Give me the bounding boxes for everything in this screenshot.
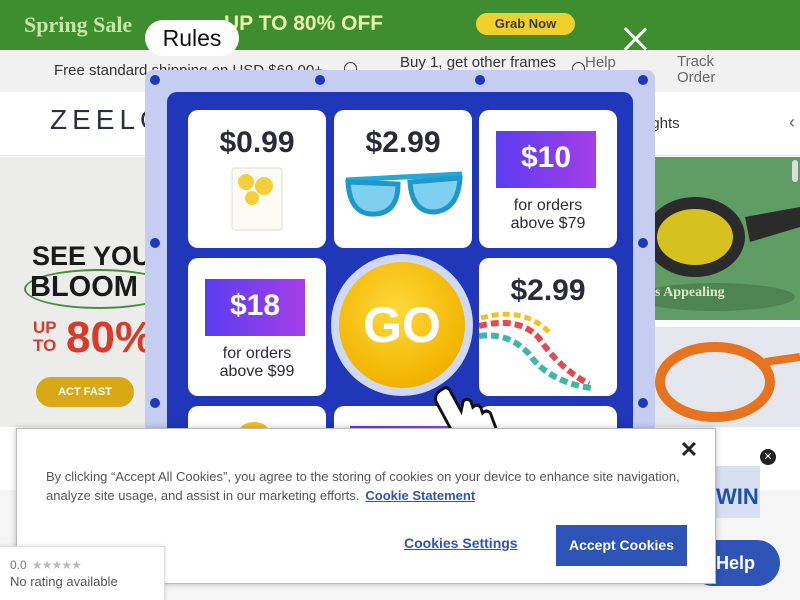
- rating-label: No rating available: [10, 574, 118, 589]
- coupon-note: for orders above $79: [510, 197, 586, 232]
- frame-dot: [638, 75, 648, 85]
- promo-discount: UP TO 80% OFF: [224, 12, 384, 35]
- chevron-left-icon[interactable]: ‹: [789, 112, 795, 133]
- prize-tile: $2.99: [479, 258, 617, 396]
- blue-glasses-image: [345, 171, 463, 217]
- prize-price: $2.99: [365, 126, 441, 159]
- hero-line-1: SEE YOU: [32, 241, 152, 271]
- frame-dot: [315, 75, 325, 85]
- cookie-message: By clicking “Accept All Cookies”, you ag…: [46, 469, 680, 503]
- glasses-image: [655, 342, 800, 422]
- prize-tile: $0.99: [188, 110, 326, 248]
- product-banner-glasses[interactable]: [655, 327, 800, 427]
- close-icon[interactable]: ✕: [678, 439, 700, 461]
- coupon-card: $10: [496, 131, 596, 188]
- prize-board: $0.99 $2.99 $10 for orders above $79 $18…: [167, 92, 633, 440]
- banner-caption: s Appealing: [655, 285, 725, 300]
- hero-line-2: BLOOM: [30, 271, 138, 303]
- prize-tile: $18 for orders above $99: [188, 258, 326, 396]
- promo-banner[interactable]: Spring Sale UP TO 80% OFF Grab Now: [0, 0, 800, 50]
- close-icon[interactable]: [620, 24, 650, 54]
- coupon-card: $18: [205, 279, 305, 336]
- rules-button[interactable]: Rules: [145, 20, 239, 56]
- hero-upto: UP TO: [33, 318, 57, 355]
- prize-tile: $10 for orders above $79: [479, 110, 617, 248]
- go-button-face: GO: [339, 262, 465, 388]
- prize-price: $2.99: [510, 274, 586, 307]
- buy-offer-text: Buy 1, get other frames: [400, 54, 556, 71]
- track-order-link[interactable]: Track Order: [677, 54, 737, 86]
- coupon-value: $10: [520, 141, 572, 174]
- frame-dot: [638, 398, 648, 408]
- scrollbar[interactable]: [792, 160, 798, 182]
- act-fast-button[interactable]: ACT FAST: [36, 377, 134, 407]
- prize-tile: $2.99: [334, 110, 472, 248]
- frame-dot: [475, 75, 485, 85]
- product-banner-sunglasses[interactable]: s Appealing: [655, 157, 800, 320]
- hero-percent: 80%: [66, 313, 155, 362]
- win-text: WIN: [716, 484, 759, 509]
- prize-price: $0.99: [219, 126, 295, 159]
- hero-banner[interactable]: SEE YOU BLOOM UP TO 80% ACT FAST: [0, 157, 174, 427]
- close-icon[interactable]: ✕: [760, 449, 776, 465]
- cookie-statement-link[interactable]: Cookie Statement: [365, 488, 475, 503]
- frame-dot: [150, 75, 160, 85]
- frame-dot: [638, 238, 648, 248]
- coupon-value: $18: [229, 289, 281, 322]
- star-icon: ★★★★★: [32, 558, 82, 572]
- go-spin-button[interactable]: GO: [331, 254, 473, 396]
- frame-dot: [150, 398, 160, 408]
- grab-now-button[interactable]: Grab Now: [476, 13, 575, 35]
- help-chat-label: Help: [716, 553, 756, 573]
- google-rating-badge[interactable]: 0.0 ★★★★★ No rating available: [0, 546, 165, 600]
- prize-board-frame: $0.99 $2.99 $10 for orders above $79 $18…: [145, 70, 655, 440]
- promo-title: Spring Sale: [24, 12, 133, 37]
- frame-dot: [150, 238, 160, 248]
- rating-score-row: 0.0 ★★★★★: [10, 558, 82, 572]
- lens-cloth-image: [231, 167, 283, 231]
- go-label: GO: [363, 297, 441, 353]
- help-link[interactable]: Help: [585, 54, 616, 71]
- coupon-note: for orders above $99: [219, 345, 295, 380]
- cookie-text: By clicking “Accept All Cookies”, you ag…: [46, 467, 686, 505]
- accept-cookies-button[interactable]: Accept Cookies: [556, 525, 687, 566]
- rating-score: 0.0: [10, 558, 27, 572]
- cookies-settings-button[interactable]: Cookies Settings: [404, 535, 518, 551]
